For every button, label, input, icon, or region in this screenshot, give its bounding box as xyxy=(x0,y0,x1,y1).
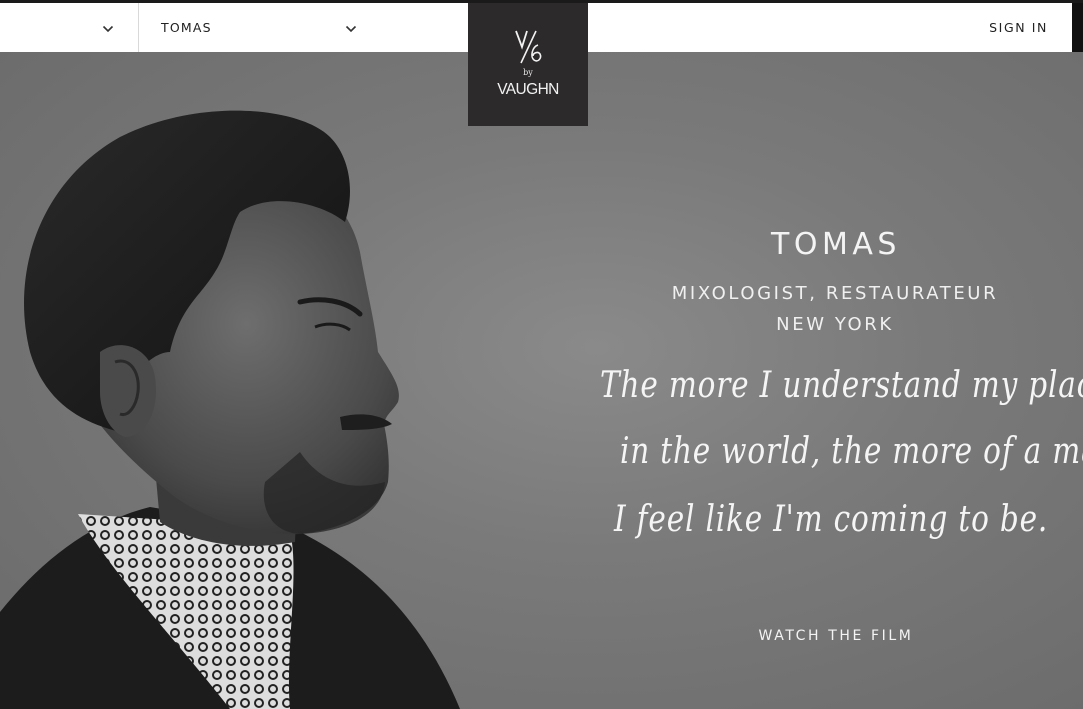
handwritten-quote: The more I understand my place in the wo… xyxy=(590,357,1083,607)
profile-dropdown-label: TOMAS xyxy=(161,20,212,35)
chevron-down-icon xyxy=(345,25,357,33)
hero-city: NEW YORK xyxy=(776,314,894,335)
logo-brand-text: VAUGHN xyxy=(497,81,559,98)
watch-film-link[interactable]: WATCH THE FILM xyxy=(736,628,936,644)
quote-line-2: in the world, the more of a man xyxy=(620,431,1083,472)
brand-logo[interactable]: by VAUGHN xyxy=(468,3,588,126)
sign-in-link[interactable]: SIGN IN xyxy=(989,20,1048,35)
quote-line-1: The more I understand my place xyxy=(600,365,1083,406)
logo-by-text: by xyxy=(523,68,533,77)
v6-logo-mark xyxy=(515,30,542,64)
hero-banner: TOMAS MIXOLOGIST, RESTAURATEUR NEW YORK … xyxy=(0,52,1083,709)
profile-dropdown[interactable]: TOMAS xyxy=(139,3,369,52)
quote-line-3: I feel like I'm coming to be. xyxy=(614,499,1049,540)
country-dropdown[interactable] xyxy=(0,3,139,52)
hero-role: MIXOLOGIST, RESTAURATEUR xyxy=(671,283,999,304)
chevron-down-icon xyxy=(102,25,114,33)
window-edge xyxy=(1072,3,1083,52)
hero-name: TOMAS xyxy=(771,227,901,262)
